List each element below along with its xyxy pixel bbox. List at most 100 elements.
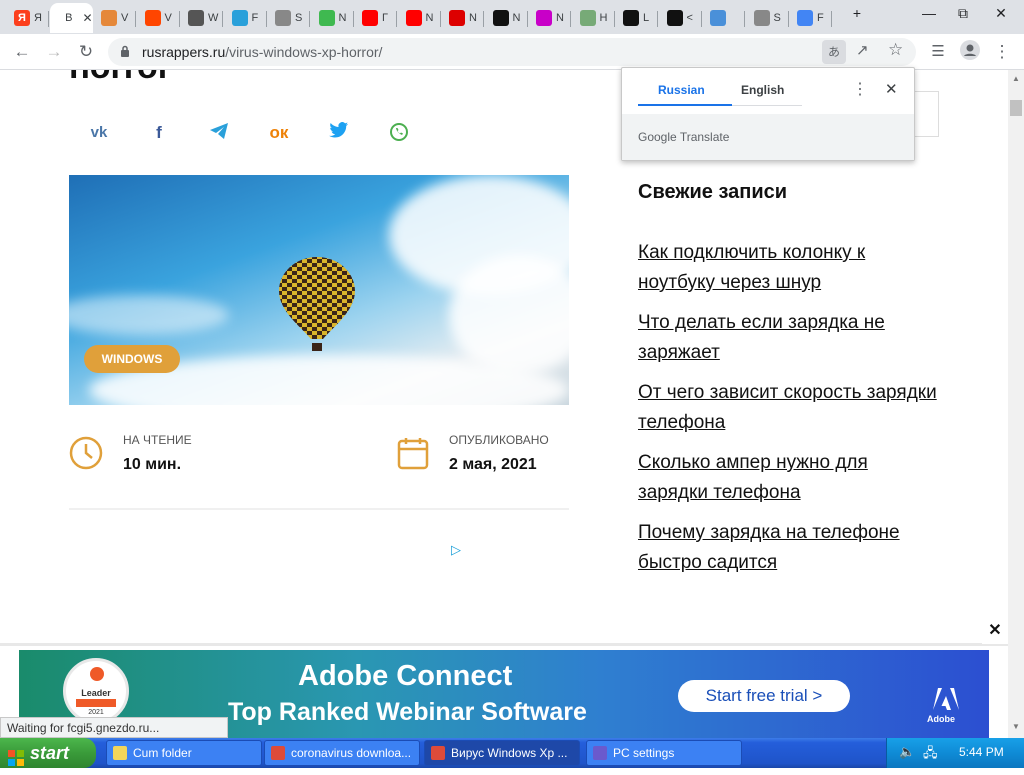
tab-favicon-icon [144,10,161,26]
lock-icon[interactable] [120,45,130,57]
browser-tab[interactable]: В ✕ [49,3,93,33]
published-label: ОПУБЛИКОВАНО [449,433,549,447]
translate-target-lang[interactable]: English [741,83,784,97]
taskbar-task-button[interactable]: Cum folder [106,740,262,766]
browser-tab[interactable]: S [267,3,310,33]
browser-tab[interactable]: F [224,3,267,33]
tab-separator [48,11,49,27]
reload-icon[interactable]: ↻ [74,40,98,64]
browser-tab[interactable]: L [615,3,658,33]
translate-icon[interactable]: あ [822,40,846,64]
browser-tab[interactable]: N [528,3,571,33]
start-button[interactable]: start [0,738,96,768]
tab-favicon-icon [492,10,509,26]
browser-tab[interactable]: V [137,3,180,33]
network-icon[interactable]: 🖧 [923,744,938,766]
browser-tab[interactable]: W [180,3,223,33]
browser-tab[interactable]: N [311,3,354,33]
published-value: 2 мая, 2021 [449,456,537,473]
tab-favicon-icon [405,10,422,26]
clock[interactable]: 5:44 PM [959,745,1004,759]
page-content: horror vk f ок WINDOWS НА ЧТЕНИЕ 10 мин.… [0,70,1008,742]
translate-source-lang[interactable]: Russian [658,83,705,97]
back-icon[interactable]: ← [10,40,34,64]
sidebar-link-4[interactable]: Сколько ампер нужно для зарядки телефона [638,448,938,508]
page-scrollbar[interactable]: ▲ ▼ [1008,70,1024,742]
url-path: /virus-windows-xp-horror/ [225,44,383,60]
taskbar-task-button[interactable]: coronavirus downloa... [264,740,420,766]
tab-favicon-icon: Я [14,10,30,26]
adchoices-icon[interactable]: ▷ [451,542,461,558]
tab-favicon-icon [753,10,770,26]
close-window-button[interactable]: ✕ [984,0,1018,28]
task-app-icon [271,746,285,760]
scroll-down-arrow-icon[interactable]: ▼ [1012,722,1020,731]
tab-close-icon[interactable]: ✕ [82,11,92,25]
browser-tab[interactable]: H [572,3,615,33]
browser-tab[interactable]: F [789,3,832,33]
tab-label: N [425,12,434,24]
translate-close-icon[interactable]: ✕ [885,80,898,98]
windows-logo-icon [8,745,24,766]
tab-favicon-icon [362,10,378,26]
address-bar[interactable]: rusrappers.ru/virus-windows-xp-horror/ あ… [108,38,916,66]
tab-label: В [65,12,73,24]
share-icon[interactable]: ↗ [856,41,869,59]
menu-kebab-icon[interactable]: ⋮ [990,40,1014,64]
browser-tab[interactable]: N [398,3,441,33]
browser-tab[interactable]: N [441,3,484,33]
ad-cta-button[interactable]: Start free trial > [678,680,850,712]
browser-tab[interactable]: Г [354,3,397,33]
taskbar-task-button[interactable]: Вирус Windows Xp ... [424,740,580,766]
vk-share-icon[interactable]: vk [88,122,110,144]
profile-avatar-icon[interactable] [958,40,982,64]
adobe-logo-icon [933,688,959,715]
tab-label: Г [382,12,388,24]
reading-list-icon[interactable]: ☰ [926,40,950,64]
telegram-share-icon[interactable] [208,122,230,144]
task-app-icon [113,746,127,760]
scroll-up-arrow-icon[interactable]: ▲ [1012,74,1020,83]
browser-tab[interactable]: < [659,3,702,33]
tab-favicon-icon [318,10,335,26]
ad-close-icon[interactable]: ✕ [982,618,1008,644]
reading-time-value: 10 мин. [123,456,182,473]
browser-tab[interactable]: ЯЯ [6,3,49,33]
task-label: PC settings [613,746,675,760]
tab-label: F [817,12,824,24]
forward-icon[interactable]: → [42,40,66,64]
bookmark-star-icon[interactable]: ☆ [888,40,903,60]
task-app-icon [431,746,445,760]
translate-options-icon[interactable]: ⋮ [852,79,868,99]
sidebar-link-5[interactable]: Почему зарядка на телефоне быстро садитс… [638,518,938,578]
new-tab-button[interactable]: + [840,0,874,28]
article-hero-image: WINDOWS [69,175,569,405]
tab-label: S [295,12,303,24]
twitter-share-icon[interactable] [328,122,350,144]
browser-tab[interactable] [702,3,745,33]
task-label: Cum folder [133,746,192,760]
clock-icon [69,436,103,475]
facebook-share-icon[interactable]: f [148,122,170,144]
sidebar-link-1[interactable]: Как подключить колонку к ноутбуку через … [638,238,938,298]
minimize-button[interactable]: — [912,0,946,28]
sidebar-link-3[interactable]: От чего зависит скорость зарядки телефон… [638,378,938,438]
tab-strip: Я Я В ✕ V V W F S N Г N N N N H L < S F + — ⧉ ✕ [0,0,1024,34]
taskbar-task-button[interactable]: PC settings [586,740,742,766]
task-label: Вирус Windows Xp ... [451,746,568,760]
volume-muted-icon[interactable]: 🔈 [899,744,915,760]
browser-tab[interactable]: N [485,3,528,33]
odnoklassniki-share-icon[interactable]: ок [268,122,290,144]
restore-button[interactable]: ⧉ [946,0,980,28]
category-badge[interactable]: WINDOWS [84,345,180,373]
browser-tab[interactable]: V [93,3,136,33]
badge-leader-text: Leader [81,688,111,698]
scrollbar-thumb[interactable] [1010,100,1022,116]
tab-favicon-icon [710,10,726,26]
browser-tab[interactable]: S [746,3,789,33]
sidebar-link-2[interactable]: Что делать если зарядка не заряжает [638,308,938,368]
translate-footer: Google Translate [622,114,914,160]
ad-title: Adobe Connect [298,660,513,692]
url-text[interactable]: rusrappers.ru/virus-windows-xp-horror/ [142,44,382,60]
whatsapp-share-icon[interactable] [388,122,410,144]
